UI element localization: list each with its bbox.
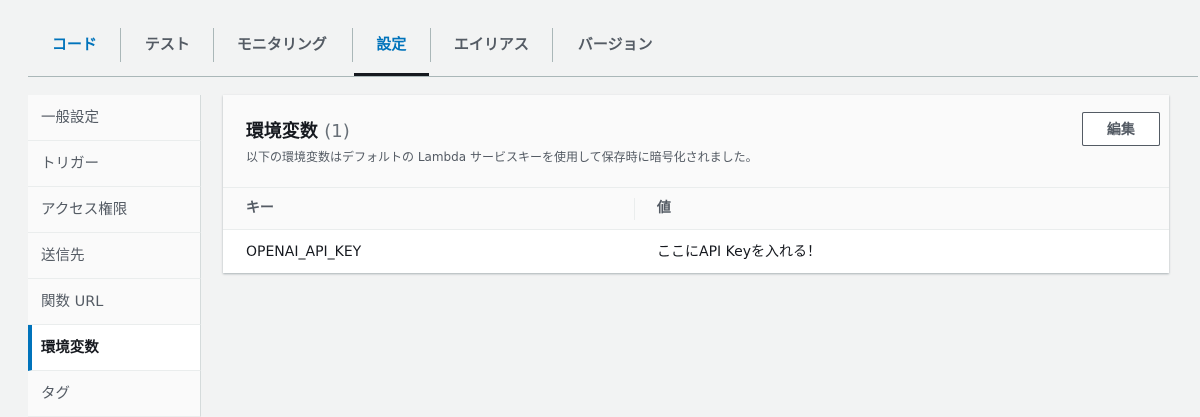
env-var-key: OPENAI_API_KEY — [246, 244, 362, 260]
sidebar-item-destinations[interactable]: 送信先 — [28, 233, 201, 279]
sidebar-item-tags[interactable]: タグ — [28, 371, 201, 417]
tab-test[interactable]: テスト — [145, 0, 190, 76]
table-row: OPENAI_API_KEY ここにAPI Keyを入れる！ — [223, 230, 1169, 274]
environment-variables-panel: 環境変数 (1) 以下の環境変数はデフォルトの Lambda サービスキーを使用… — [223, 95, 1169, 273]
tab-divider — [352, 28, 353, 62]
tab-divider — [552, 28, 553, 62]
sidebar-item-triggers[interactable]: トリガー — [28, 141, 201, 187]
sidebar-item-environment-variables[interactable]: 環境変数 — [28, 325, 201, 371]
tab-divider — [430, 28, 431, 62]
tab-code[interactable]: コード — [52, 0, 97, 76]
edit-button[interactable]: 編集 — [1082, 112, 1160, 146]
tab-bar: コード テスト モニタリング 設定 エイリアス バージョン — [28, 0, 1198, 77]
column-header-value: 値 — [657, 200, 671, 216]
panel-title-count: (1) — [324, 121, 350, 142]
sidebar-item-function-url[interactable]: 関数 URL — [28, 279, 201, 325]
panel-title-text: 環境変数 — [246, 121, 318, 142]
column-header-key: キー — [246, 200, 274, 216]
table-header: キー 値 — [223, 188, 1169, 230]
tab-divider — [213, 28, 214, 62]
panel-header: 環境変数 (1) 以下の環境変数はデフォルトの Lambda サービスキーを使用… — [223, 95, 1169, 188]
sidebar-item-general[interactable]: 一般設定 — [28, 95, 201, 141]
tab-settings[interactable]: 設定 — [354, 0, 429, 76]
tab-divider — [120, 28, 121, 62]
tab-monitoring[interactable]: モニタリング — [237, 0, 327, 76]
tab-versions[interactable]: バージョン — [578, 0, 653, 76]
env-var-value: ここにAPI Keyを入れる！ — [657, 244, 821, 260]
panel-title: 環境変数 (1) — [246, 117, 350, 143]
panel-description: 以下の環境変数はデフォルトの Lambda サービスキーを使用して保存時に暗号化… — [246, 150, 758, 164]
settings-sidebar: 一般設定 トリガー アクセス権限 送信先 関数 URL 環境変数 タグ — [28, 95, 201, 417]
tab-aliases[interactable]: エイリアス — [454, 0, 529, 76]
column-divider — [634, 198, 635, 220]
sidebar-item-permissions[interactable]: アクセス権限 — [28, 187, 201, 233]
